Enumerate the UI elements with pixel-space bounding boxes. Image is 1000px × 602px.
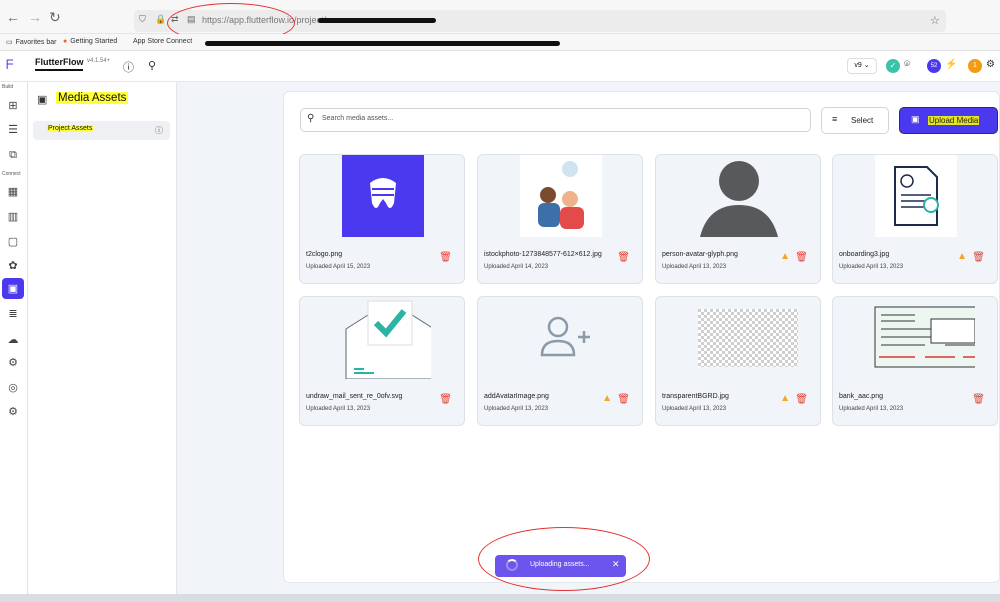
storyboard-icon[interactable]: ⧉ bbox=[6, 148, 20, 162]
forward-icon[interactable]: → bbox=[28, 9, 42, 25]
t2c-logo-thumbnail bbox=[342, 155, 424, 237]
asset-upload-date: Uploaded April 13, 2023 bbox=[839, 406, 904, 412]
upload-media-label: Upload Media bbox=[928, 116, 980, 125]
api-icon[interactable]: ▥ bbox=[6, 210, 20, 224]
mail-sent-illustration-thumbnail bbox=[342, 297, 431, 379]
search-icon[interactable]: ⚲ bbox=[148, 59, 156, 72]
delete-icon[interactable]: 🗑 bbox=[439, 394, 452, 405]
invoice-illustration-thumbnail bbox=[875, 155, 957, 237]
test-icon[interactable]: ◎ bbox=[6, 381, 20, 395]
asset-name: onboarding3.jpg bbox=[839, 251, 890, 258]
panel-title: Media Assets bbox=[56, 92, 129, 104]
more-icon[interactable]: ⚙ bbox=[986, 59, 995, 70]
os-taskbar bbox=[0, 594, 1000, 602]
asset-tile[interactable]: transparentBGRD.jpg Uploaded April 13, 2… bbox=[655, 296, 821, 426]
widget-tree-icon[interactable]: ☰ bbox=[6, 123, 20, 137]
person-avatar-thumbnail bbox=[698, 155, 780, 237]
search-placeholder: Search media assets... bbox=[322, 115, 394, 122]
delete-icon[interactable]: 🗑 bbox=[617, 252, 630, 263]
asset-upload-date: Uploaded April 13, 2023 bbox=[839, 264, 904, 270]
add-avatar-thumbnail bbox=[520, 297, 602, 379]
project-assets-label: Project Assets bbox=[47, 125, 94, 132]
favorites-bar-item[interactable]: ▭ Favorites bar bbox=[6, 38, 56, 47]
shield-icon: ⛉ bbox=[139, 14, 146, 24]
media-assets-panel bbox=[28, 82, 177, 602]
asset-name: t2clogo.png bbox=[306, 251, 343, 258]
asset-name: undraw_mail_sent_re_0ofv.svg bbox=[306, 393, 403, 400]
select-list-icon: ≡ bbox=[832, 114, 838, 124]
asset-upload-date: Uploaded April 14, 2023 bbox=[484, 264, 549, 270]
integrations-icon[interactable]: ⚙ bbox=[6, 356, 20, 370]
notification-badge[interactable]: 1 bbox=[968, 59, 982, 73]
version-picker[interactable]: v9 ⌄ bbox=[847, 58, 877, 74]
theme-icon[interactable]: ✿ bbox=[6, 259, 20, 273]
annotation-circle bbox=[478, 527, 650, 591]
media-assets-icon: ▣ bbox=[37, 94, 48, 106]
warning-icon[interactable]: ▲ bbox=[602, 393, 612, 404]
rail-section-connect: Connect bbox=[2, 171, 21, 177]
check-status-icon[interactable]: ✓ bbox=[886, 59, 900, 73]
code-icon[interactable]: ≣ bbox=[6, 307, 20, 321]
asset-upload-date: Uploaded April 13, 2023 bbox=[662, 264, 727, 270]
app-store-connect-link[interactable]: App Store Connect bbox=[130, 38, 192, 45]
getting-started-link[interactable]: ● Getting Started bbox=[63, 38, 117, 45]
rail-section-build: Build bbox=[2, 84, 14, 90]
redaction-mark bbox=[318, 18, 436, 23]
badge-count[interactable]: 52 bbox=[927, 59, 941, 73]
database-icon[interactable]: ▦ bbox=[6, 185, 20, 199]
flutterflow-logo-icon: ᖴ bbox=[6, 57, 14, 72]
asset-tile[interactable]: bank_aac.png Uploaded April 13, 2023 🗑 bbox=[832, 296, 998, 426]
brand-name: FlutterFlow bbox=[35, 57, 84, 67]
delete-icon[interactable]: 🗑 bbox=[972, 394, 985, 405]
redaction-mark bbox=[205, 41, 560, 46]
warning-icon[interactable]: ▲ bbox=[957, 251, 967, 262]
asset-name: transparentBGRD.jpg bbox=[662, 393, 729, 400]
delete-icon[interactable]: 🗑 bbox=[972, 252, 985, 263]
image-icon: ▣ bbox=[7, 283, 19, 295]
info-icon[interactable]: ⓘ bbox=[155, 125, 163, 136]
settings-icon[interactable]: ⚙ bbox=[6, 405, 20, 419]
dentist-illustration-thumbnail bbox=[520, 155, 602, 237]
delete-icon[interactable]: 🗑 bbox=[795, 394, 808, 405]
asset-upload-date: Uploaded April 13, 2023 bbox=[662, 406, 727, 412]
back-icon[interactable]: ← bbox=[6, 9, 20, 25]
star-icon[interactable]: ☆ bbox=[930, 14, 940, 27]
asset-upload-date: Uploaded April 13, 2023 bbox=[484, 406, 549, 412]
version-label: v4.1.54+ bbox=[87, 58, 111, 64]
lightning-icon[interactable]: ⚡ bbox=[945, 59, 957, 70]
asset-tile[interactable]: onboarding3.jpg Uploaded April 13, 2023 … bbox=[832, 154, 998, 284]
firefox-icon: ● bbox=[63, 38, 68, 45]
delete-icon[interactable]: 🗑 bbox=[795, 252, 808, 263]
search-icon: ⚲ bbox=[307, 113, 315, 124]
add-widget-icon[interactable]: ⊞ bbox=[6, 99, 20, 113]
redaction-mark bbox=[35, 69, 83, 71]
reload-icon[interactable]: ↻ bbox=[49, 9, 61, 26]
chat-icon[interactable]: ⌾ bbox=[904, 59, 910, 70]
asset-tile[interactable]: istockphoto-1273848577-612×612.jpg Uploa… bbox=[477, 154, 643, 284]
document-icon[interactable]: ▢ bbox=[6, 235, 20, 249]
warning-icon[interactable]: ▲ bbox=[780, 251, 790, 262]
asset-tile[interactable]: undraw_mail_sent_re_0ofv.svg Uploaded Ap… bbox=[299, 296, 465, 426]
cloud-icon[interactable]: ☁ bbox=[6, 333, 20, 347]
warning-icon[interactable]: ▲ bbox=[780, 393, 790, 404]
asset-name: addAvatarImage.png bbox=[484, 393, 549, 400]
asset-name: istockphoto-1273848577-612×612.jpg bbox=[484, 251, 602, 258]
asset-name: person-avatar-glyph.png bbox=[662, 251, 738, 258]
folder-icon: ▭ bbox=[6, 39, 13, 46]
lock-icon: 🔒 bbox=[155, 14, 167, 24]
help-icon[interactable]: ⓘ bbox=[123, 59, 134, 75]
asset-upload-date: Uploaded April 15, 2023 bbox=[306, 264, 371, 270]
asset-name: bank_aac.png bbox=[839, 393, 883, 400]
delete-icon[interactable]: 🗑 bbox=[439, 252, 452, 263]
select-button-label: Select bbox=[851, 116, 874, 125]
asset-tile[interactable]: person-avatar-glyph.png Uploaded April 1… bbox=[655, 154, 821, 284]
bank-check-thumbnail bbox=[874, 306, 975, 368]
asset-upload-date: Uploaded April 13, 2023 bbox=[306, 406, 371, 412]
upload-image-icon: ▣ bbox=[911, 114, 920, 124]
asset-tile[interactable]: t2clogo.png Uploaded April 15, 2023 🗑 bbox=[299, 154, 465, 284]
transparent-background-thumbnail bbox=[698, 309, 798, 367]
asset-tile[interactable]: addAvatarImage.png Uploaded April 13, 20… bbox=[477, 296, 643, 426]
delete-icon[interactable]: 🗑 bbox=[617, 394, 630, 405]
